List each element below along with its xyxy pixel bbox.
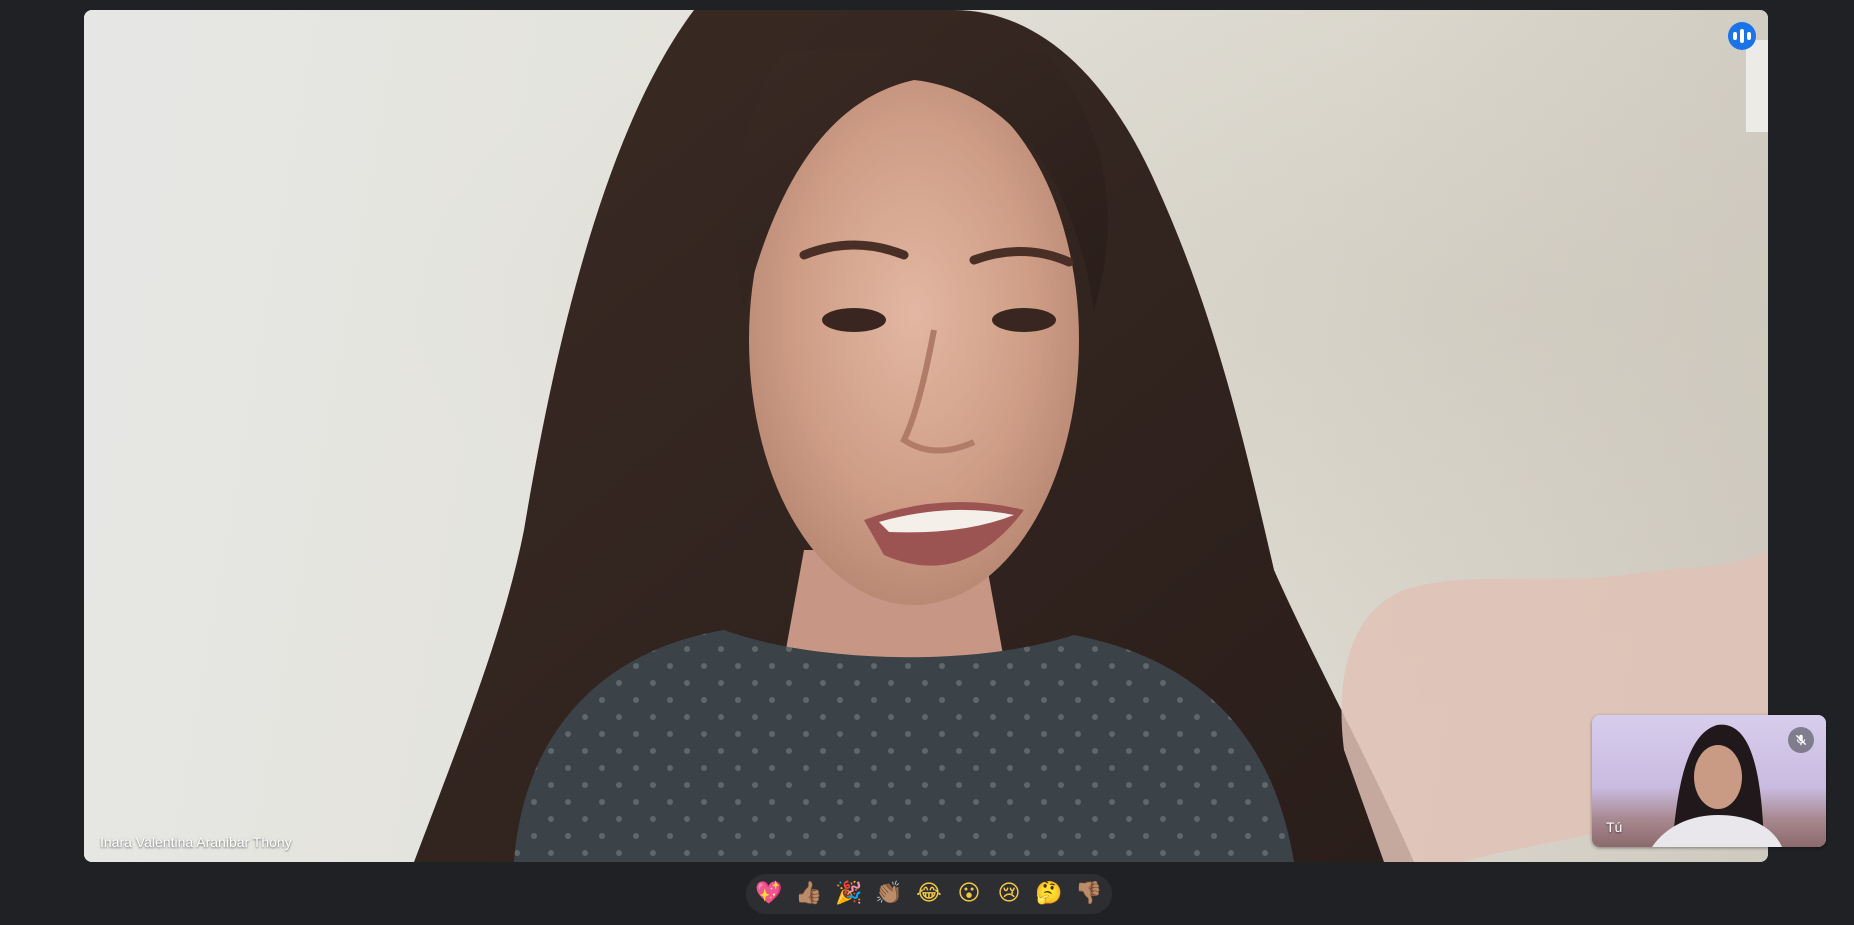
mic-off-icon: [1788, 727, 1814, 753]
reaction-party-popper-button[interactable]: 🎉: [830, 875, 868, 913]
reaction-sparkling-heart-button[interactable]: 💖: [750, 875, 788, 913]
reaction-surprised-button[interactable]: 😮: [950, 875, 988, 913]
participant-name: Inara Valentina Aranibar Thony: [100, 834, 292, 850]
reaction-sad-button[interactable]: 😢: [990, 875, 1028, 913]
participant-video-feed: [84, 10, 1768, 862]
reaction-thumbs-down-button[interactable]: 👎🏽: [1070, 875, 1108, 913]
participant-video-tile[interactable]: Inara Valentina Aranibar Thony: [84, 10, 1768, 862]
self-view-label: Tú: [1606, 819, 1623, 835]
meeting-stage: Inara Valentina Aranibar Thony Tú 💖 👍🏽 🎉…: [0, 0, 1854, 925]
speaking-indicator-icon: [1728, 22, 1756, 50]
reaction-clapping-hands-button[interactable]: 👏🏽: [870, 875, 908, 913]
self-view-tile[interactable]: Tú: [1592, 715, 1826, 847]
reaction-thumbs-up-button[interactable]: 👍🏽: [790, 875, 828, 913]
reaction-bar: 💖 👍🏽 🎉 👏🏽 😂 😮 😢 🤔 👎🏽: [746, 874, 1112, 914]
reaction-tears-of-joy-button[interactable]: 😂: [910, 875, 948, 913]
reaction-thinking-button[interactable]: 🤔: [1030, 875, 1068, 913]
participant-figure: [414, 10, 1768, 862]
